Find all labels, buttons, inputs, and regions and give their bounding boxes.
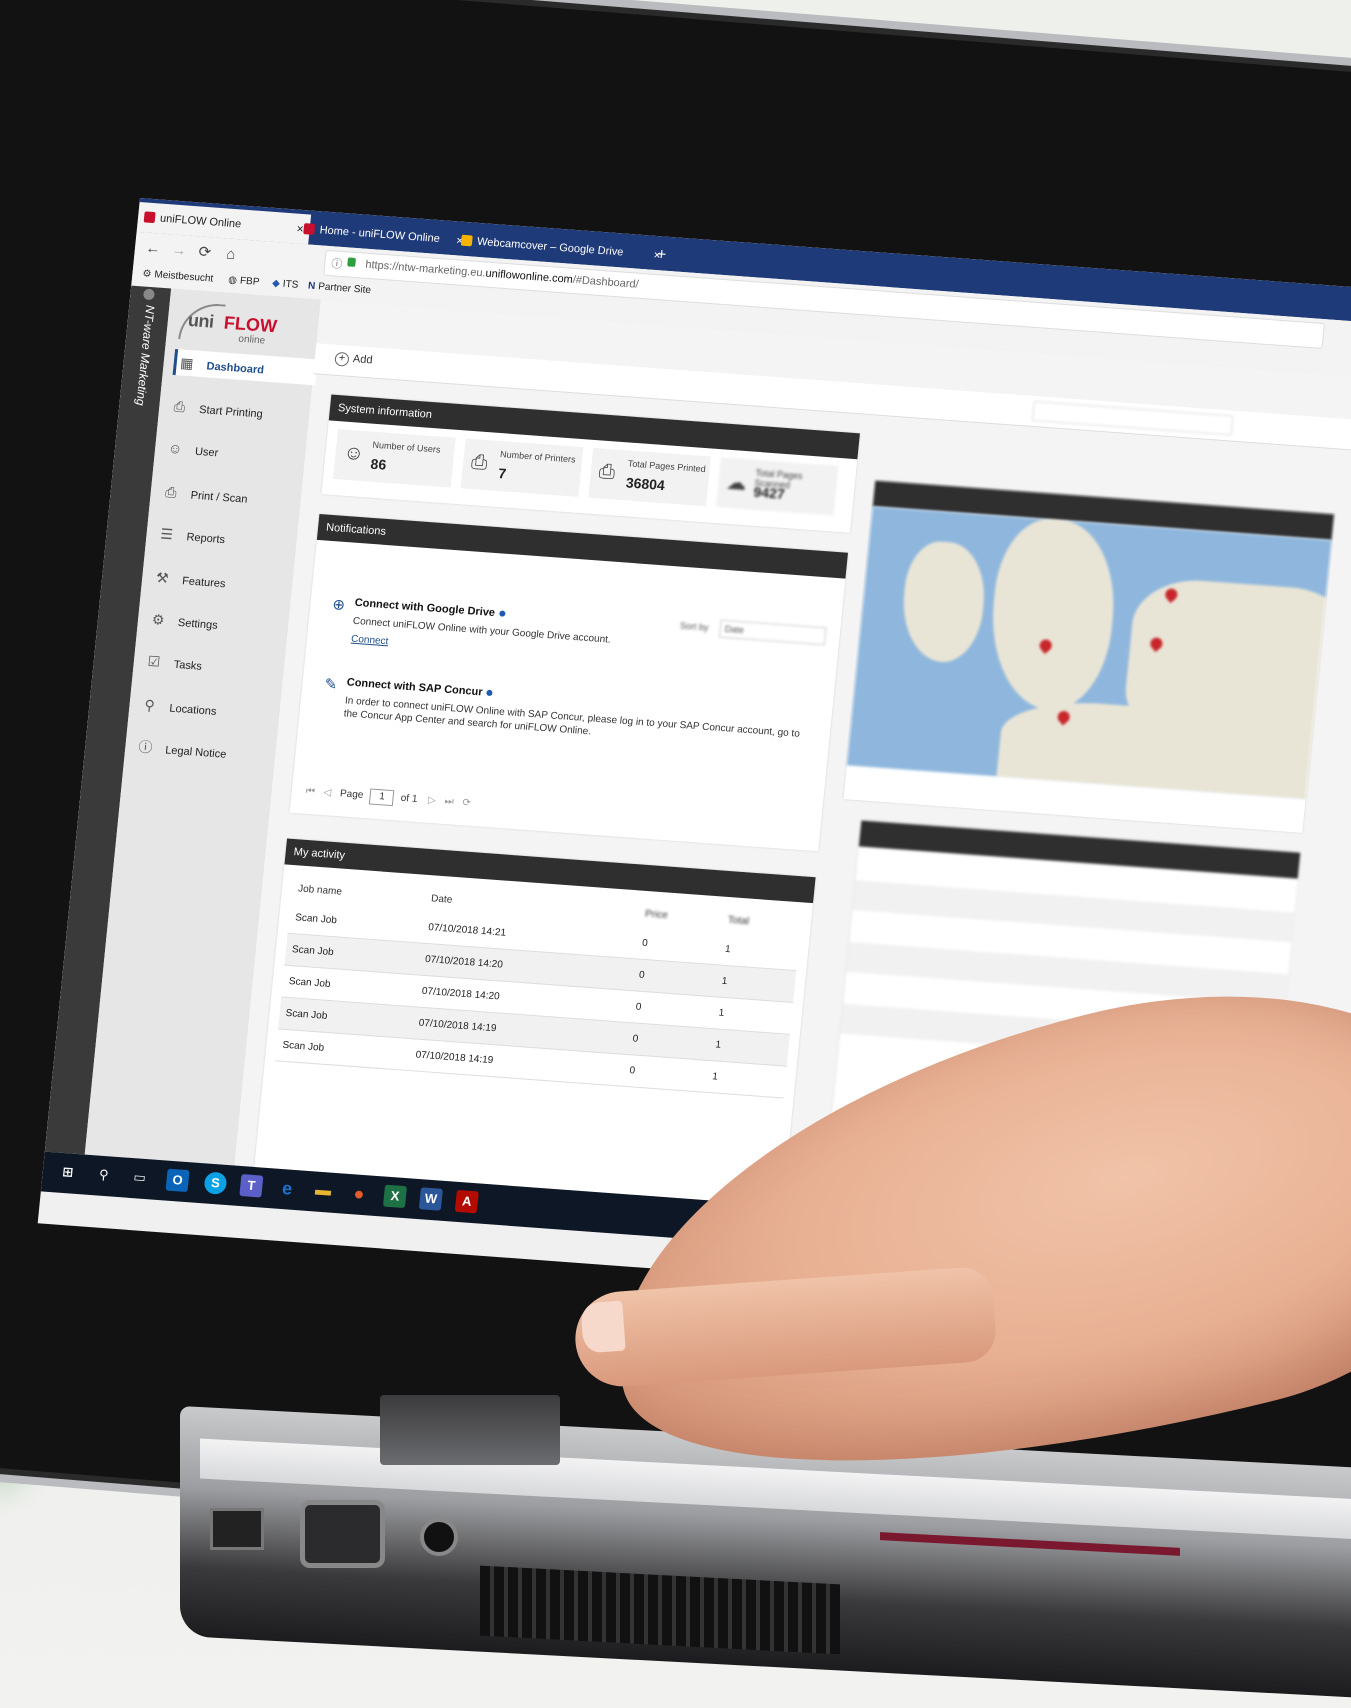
print-scan-icon: ⎙ — [164, 483, 178, 501]
location-pin-icon: ⚲ — [143, 696, 156, 714]
audio-port — [420, 1518, 458, 1556]
search-input[interactable] — [1031, 401, 1234, 436]
first-page-icon[interactable]: ⏮ — [305, 786, 315, 798]
list-item — [846, 941, 1289, 1005]
refresh-icon[interactable]: ⟳ — [462, 797, 471, 809]
notifications-panel: Notifications Sort by Date ⊕ Connect wit… — [289, 513, 849, 852]
page-input[interactable]: 1 — [369, 788, 395, 807]
bookmark-item[interactable]: ◍ FBP — [228, 275, 260, 288]
expand-icon[interactable] — [142, 288, 155, 301]
lock-icon: ⊕ — [331, 596, 346, 615]
reports-icon: ☰ — [159, 525, 174, 543]
tab-label: Home - uniFLOW Online — [319, 224, 441, 246]
map-land-continent — [1121, 576, 1332, 752]
stat-users: ☺ Number of Users 86 — [332, 429, 456, 488]
last-page-icon[interactable]: ⏭ — [444, 796, 454, 808]
notification-google-drive: ⊕ Connect with Google Drive Connect uniF… — [331, 596, 612, 648]
features-icon: ⚒ — [155, 569, 170, 587]
tasks-icon: ☑ — [146, 652, 162, 670]
home-icon[interactable]: ⌂ — [220, 244, 242, 265]
bookmark-item[interactable]: ◆ ITS — [272, 278, 299, 291]
sidebar-item-print-scan[interactable]: ⎙ Print / Scan — [160, 478, 302, 514]
stat-pages-printed: ⎙ Total Pages Printed 36804 — [588, 447, 711, 507]
explorer-icon[interactable]: ▬ — [311, 1179, 335, 1203]
user-icon: ☺ — [167, 439, 184, 457]
firefox-icon[interactable]: ● — [347, 1182, 371, 1206]
stat-printers: ⎙ Number of Printers 7 — [460, 438, 584, 497]
excel-icon[interactable]: X — [382, 1184, 408, 1209]
lock-icon — [347, 257, 357, 267]
stat-pages-scanned: ☁ Total Pages Scanned 9427 — [715, 457, 839, 516]
reload-icon[interactable]: ⟳ — [194, 242, 216, 263]
edge-icon[interactable]: e — [275, 1177, 299, 1201]
plus-icon: + — [334, 351, 350, 367]
tab-label: uniFLOW Online — [159, 212, 242, 231]
map-land-britain — [983, 516, 1123, 714]
locations-panel — [843, 480, 1335, 833]
connect-link[interactable]: Connect — [351, 634, 389, 648]
unread-dot — [486, 689, 493, 697]
task-view-icon[interactable]: ▭ — [128, 1166, 152, 1190]
back-icon[interactable]: ← — [142, 238, 164, 259]
map-land-ireland — [897, 539, 990, 665]
sap-concur-icon: ✎ — [323, 675, 338, 694]
bookmark-item[interactable]: N Partner Site — [307, 281, 371, 297]
gear-icon: ⚙ — [151, 611, 166, 628]
windows-start-icon[interactable]: ⊞ — [56, 1161, 80, 1185]
partner-logo-icon: N — [307, 280, 316, 293]
new-tab-button[interactable]: + — [655, 240, 667, 271]
panel-title — [858, 820, 1301, 879]
uniflow-favicon-icon — [143, 211, 156, 224]
sidebar-item-tasks[interactable]: ☑ Tasks — [143, 648, 285, 684]
laptop-hinge — [380, 1395, 560, 1465]
sidebar-item-features[interactable]: ⚒ Features — [151, 564, 293, 600]
search-icon[interactable]: ⚲ — [92, 1163, 116, 1187]
skype-icon[interactable]: S — [203, 1171, 228, 1195]
my-activity-panel: My activity Job name Date Price Total Sc… — [254, 838, 816, 1206]
notification-sap-concur: ✎ Connect with SAP Concur In order to co… — [323, 675, 801, 740]
outlook-icon[interactable]: O — [165, 1168, 190, 1193]
vga-port — [300, 1500, 385, 1568]
sidebar-item-legal-notice[interactable]: ⓘ Legal Notice — [134, 733, 276, 769]
info-icon[interactable]: ⓘ — [331, 255, 344, 272]
add-widget-button[interactable]: + Add — [334, 351, 373, 369]
sidebar-item-locations[interactable]: ⚲ Locations — [138, 691, 280, 727]
info-icon: ⓘ — [137, 738, 154, 756]
globe-icon: ◍ — [227, 274, 238, 287]
uniflow-logo: uni FLOW online — [178, 295, 292, 351]
prev-page-icon[interactable]: ◁ — [323, 787, 332, 799]
printer-icon: ⎙ — [173, 398, 186, 415]
tab-label: Webcamcover – Google Drive — [476, 235, 624, 259]
locations-map[interactable] — [846, 506, 1332, 799]
system-information-panel: System information ☺ Number of Users 86 … — [321, 394, 860, 533]
sidebar-item-reports[interactable]: ☰ Reports — [155, 520, 297, 556]
user-icon: ☺ — [342, 441, 366, 466]
list-item — [852, 880, 1295, 943]
pagination: ⏮ ◁ Page 1 of 1 ▷ ⏭ ⟳ — [305, 785, 472, 809]
sidebar-item-dashboard[interactable]: ▦ Dashboard — [172, 348, 318, 386]
sidebar-item-user[interactable]: ☺ User — [164, 435, 306, 471]
google-drive-icon — [460, 234, 473, 247]
fingernail — [580, 1300, 626, 1354]
forward-icon[interactable]: → — [168, 240, 190, 261]
uniflow-favicon-icon — [303, 223, 316, 235]
usb-port — [210, 1508, 264, 1550]
cloud-icon: ☁ — [725, 471, 748, 496]
unread-dot — [498, 610, 506, 617]
tenant-name: NT-ware Marketing — [133, 304, 158, 407]
activity-table: Job name Date Price Total Scan Job 07/10/… — [274, 875, 803, 1099]
printer-icon: ⎙ — [470, 451, 489, 475]
diamond-icon: ◆ — [271, 277, 281, 290]
word-icon[interactable]: W — [418, 1187, 443, 1211]
acrobat-icon[interactable]: A — [454, 1189, 479, 1214]
next-page-icon[interactable]: ▷ — [428, 795, 437, 807]
column-header[interactable]: Total — [721, 907, 803, 940]
sidebar-item-start-printing[interactable]: ⎙ Start Printing — [168, 393, 310, 429]
gear-icon: ⚙ — [141, 268, 152, 281]
sidebar-item-settings[interactable]: ⚙ Settings — [147, 606, 289, 642]
teams-icon[interactable]: T — [239, 1174, 264, 1198]
printer-icon: ⎙ — [597, 460, 617, 484]
dashboard-icon: ▦ — [179, 354, 195, 372]
bookmark-item[interactable]: ⚙ Meistbesucht — [142, 268, 214, 284]
